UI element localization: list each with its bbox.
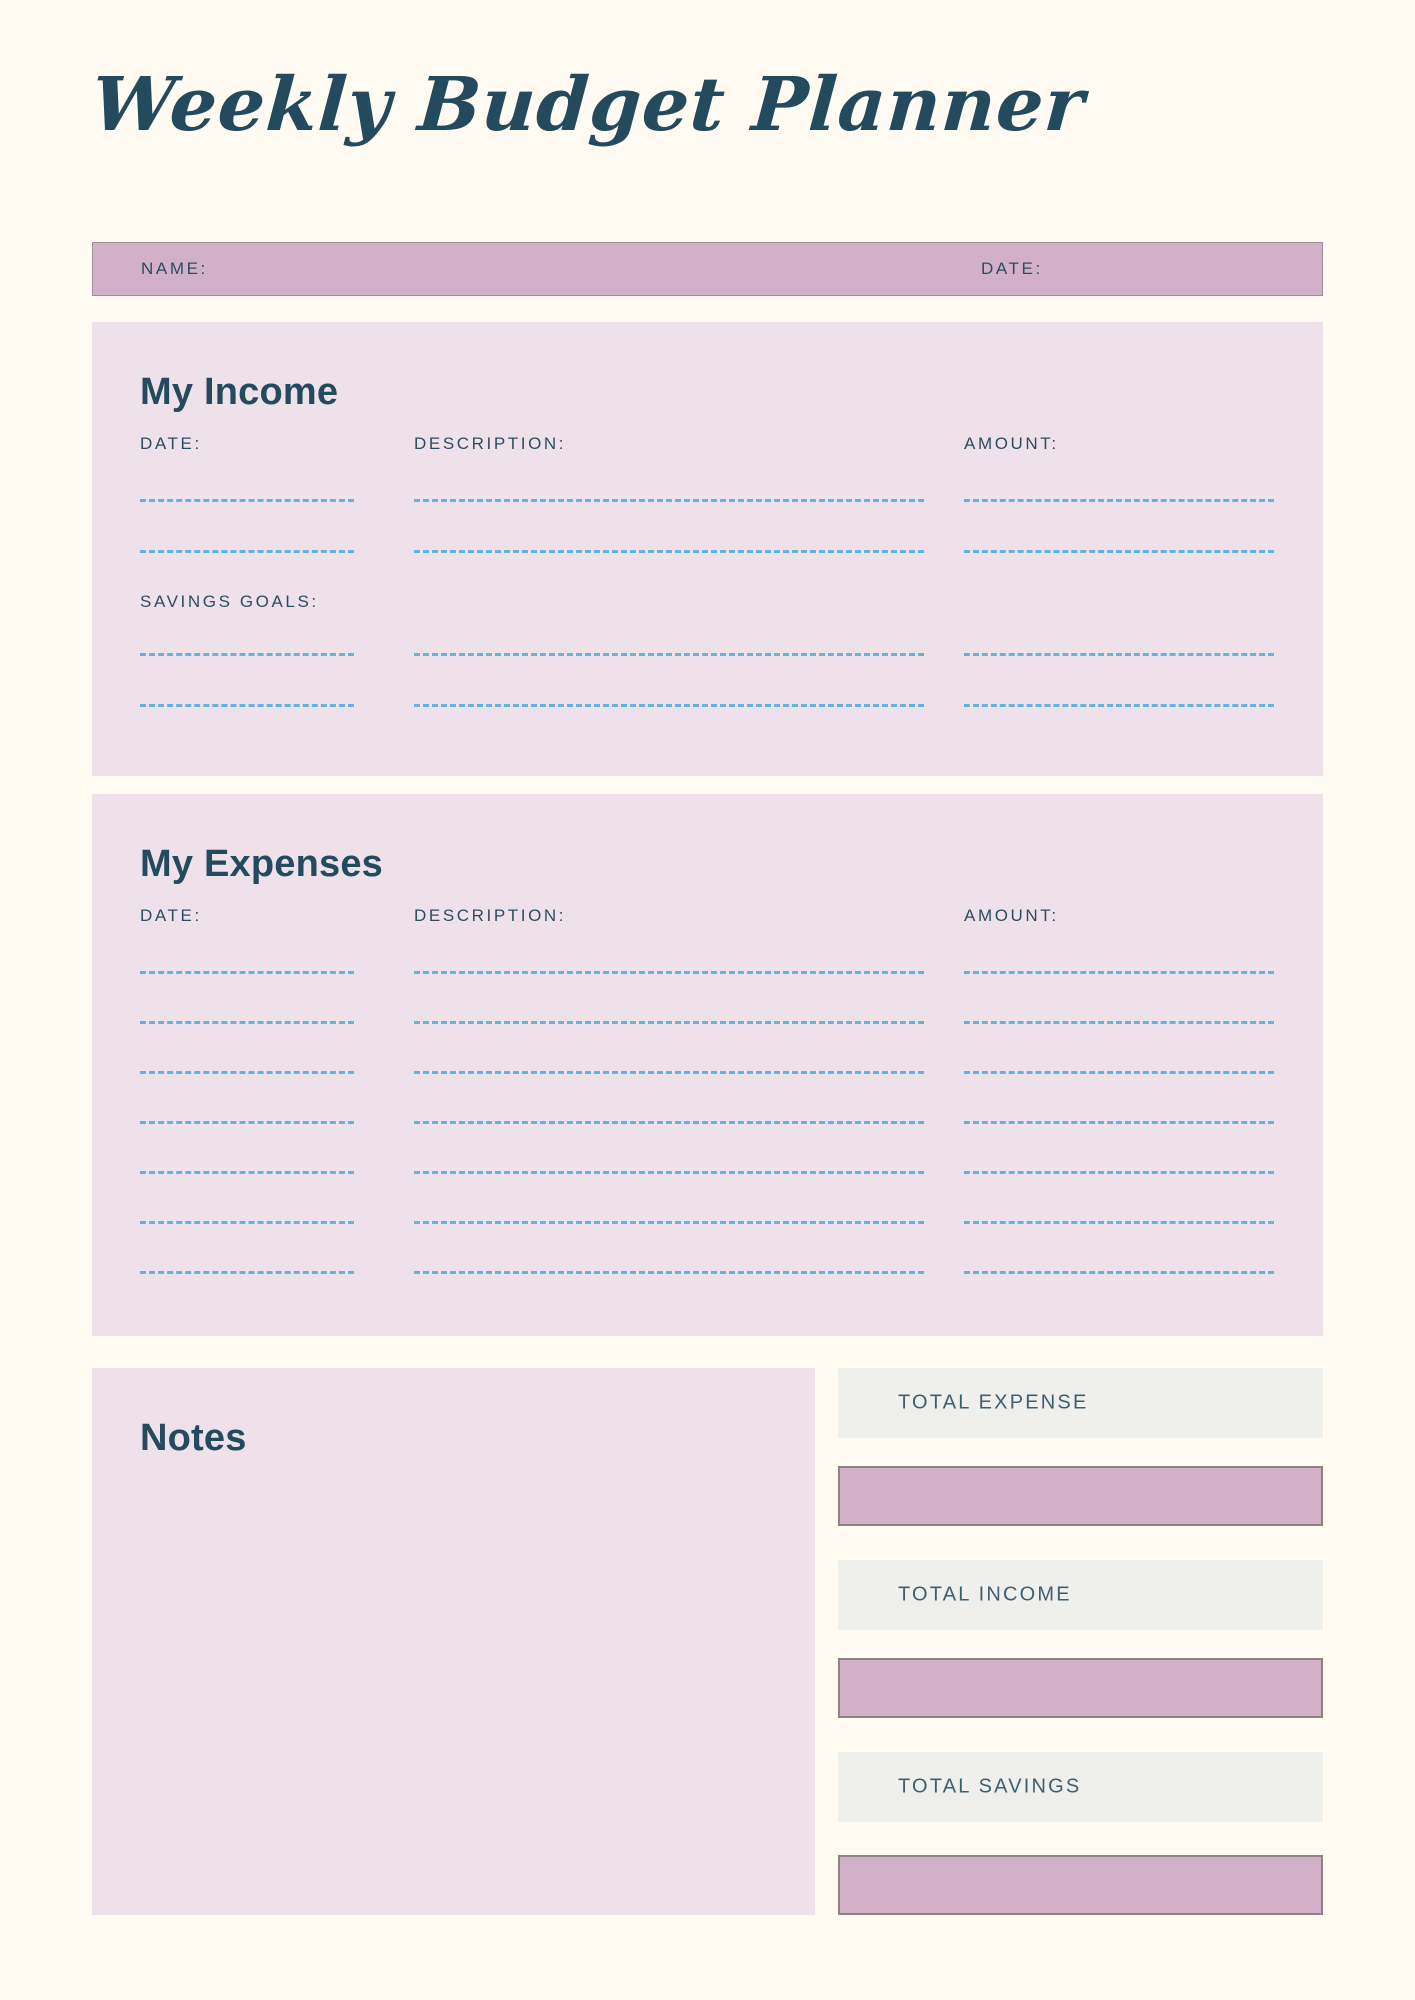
expense-date-line[interactable] (140, 1221, 354, 1224)
total-savings-value-box[interactable] (838, 1855, 1323, 1915)
expense-date-line[interactable] (140, 971, 354, 974)
savings-amount-line[interactable] (964, 653, 1274, 656)
total-savings-label: TOTAL SAVINGS (898, 1775, 1082, 1798)
notes-section[interactable]: Notes (92, 1368, 815, 1915)
expense-date-column-label: DATE: (140, 906, 202, 925)
expense-amount-line[interactable] (964, 971, 1274, 974)
notes-heading: Notes (140, 1417, 247, 1459)
date-label: DATE: (981, 259, 1043, 278)
expense-date-line[interactable] (140, 1021, 354, 1024)
income-date-line[interactable] (140, 499, 354, 502)
expense-date-line[interactable] (140, 1271, 354, 1274)
expense-amount-line[interactable] (964, 1121, 1274, 1124)
expense-amount-column-label: AMOUNT: (964, 906, 1059, 925)
name-label: NAME: (141, 259, 208, 278)
page-title: Weekly Budget Planner (88, 62, 1088, 148)
savings-goals-label: SAVINGS GOALS: (140, 592, 319, 611)
savings-amount-line[interactable] (964, 704, 1274, 707)
savings-date-line[interactable] (140, 653, 354, 656)
income-date-line[interactable] (140, 550, 354, 553)
expenses-section: My Expenses DATE: DESCRIPTION: AMOUNT: (92, 794, 1323, 1336)
expense-description-line[interactable] (414, 1071, 924, 1074)
expense-date-line[interactable] (140, 1071, 354, 1074)
expense-amount-line[interactable] (964, 1021, 1274, 1024)
expenses-heading: My Expenses (140, 843, 383, 885)
income-amount-column-label: AMOUNT: (964, 434, 1059, 453)
savings-date-line[interactable] (140, 704, 354, 707)
total-income-label: TOTAL INCOME (898, 1583, 1072, 1606)
income-section: My Income DATE: DESCRIPTION: AMOUNT: SAV… (92, 322, 1323, 776)
expense-description-column-label: DESCRIPTION: (414, 906, 567, 925)
total-expense-value-box[interactable] (838, 1466, 1323, 1526)
income-amount-line[interactable] (964, 550, 1274, 553)
expense-amount-line[interactable] (964, 1171, 1274, 1174)
name-date-bar[interactable]: NAME: DATE: (92, 242, 1323, 296)
total-savings-label-box: TOTAL SAVINGS (838, 1752, 1323, 1822)
total-income-value-box[interactable] (838, 1658, 1323, 1718)
savings-description-line[interactable] (414, 653, 924, 656)
savings-description-line[interactable] (414, 704, 924, 707)
expense-date-line[interactable] (140, 1171, 354, 1174)
total-expense-label-box: TOTAL EXPENSE (838, 1368, 1323, 1438)
expense-description-line[interactable] (414, 1271, 924, 1274)
income-description-column-label: DESCRIPTION: (414, 434, 567, 453)
income-date-column-label: DATE: (140, 434, 202, 453)
expense-amount-line[interactable] (964, 1221, 1274, 1224)
expense-description-line[interactable] (414, 1171, 924, 1174)
income-description-line[interactable] (414, 550, 924, 553)
expense-description-line[interactable] (414, 1221, 924, 1224)
income-heading: My Income (140, 371, 339, 413)
total-income-label-box: TOTAL INCOME (838, 1560, 1323, 1630)
income-amount-line[interactable] (964, 499, 1274, 502)
income-description-line[interactable] (414, 499, 924, 502)
expense-description-line[interactable] (414, 1021, 924, 1024)
expense-description-line[interactable] (414, 1121, 924, 1124)
expense-amount-line[interactable] (964, 1271, 1274, 1274)
total-expense-label: TOTAL EXPENSE (898, 1391, 1089, 1414)
expense-description-line[interactable] (414, 971, 924, 974)
budget-planner-page: Weekly Budget Planner NAME: DATE: My Inc… (0, 0, 1415, 2000)
expense-amount-line[interactable] (964, 1071, 1274, 1074)
expense-date-line[interactable] (140, 1121, 354, 1124)
